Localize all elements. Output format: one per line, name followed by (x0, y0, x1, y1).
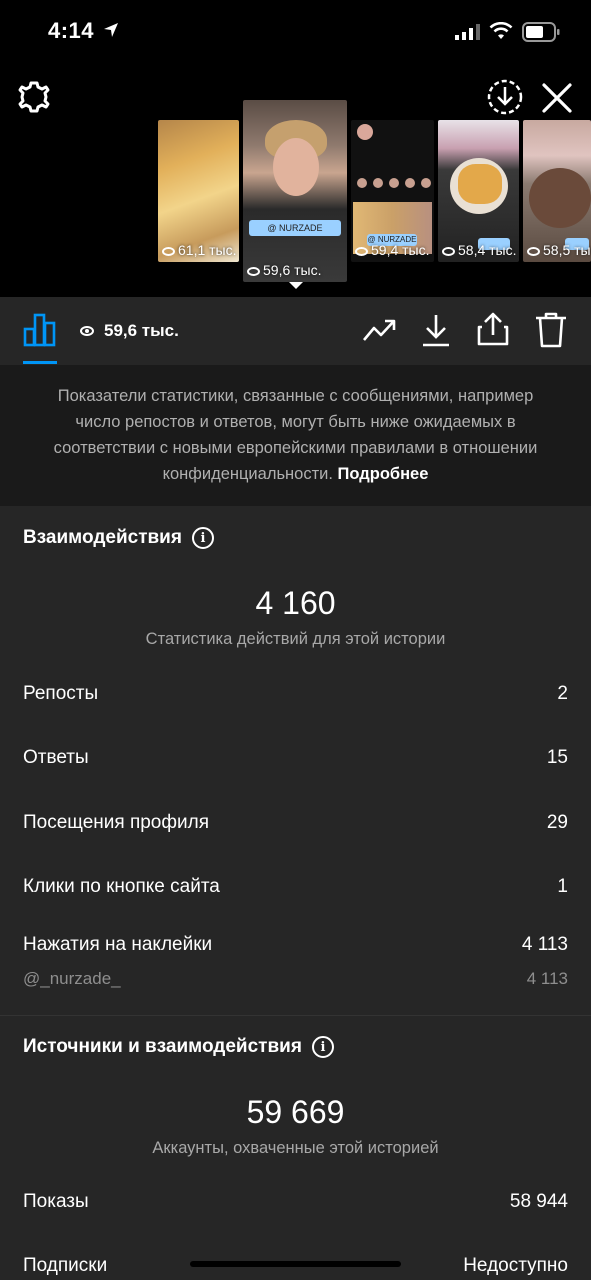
notice-body: Показатели статистики, связанные с сообщ… (53, 387, 538, 483)
stat-value: 1 (557, 876, 568, 897)
discovery-subtitle: Аккаунты, охваченные этой историей (152, 1139, 439, 1157)
stat-label: Нажатия на наклейки (23, 934, 213, 955)
stat-value: 58 944 (509, 1191, 568, 1212)
interactions-subtitle: Статистика действий для этой истории (145, 630, 446, 648)
status-time: 4:14 (48, 18, 95, 43)
thumbnail-views: 58,5 тыс. (527, 242, 591, 258)
interactions-total: 4 160 (255, 585, 336, 621)
views-count: 59,6 тыс. (80, 321, 179, 341)
cellular-signal-icon (455, 24, 480, 40)
delete-trash-icon[interactable] (534, 311, 568, 349)
stat-label: Ответы (23, 747, 89, 768)
story-toolbar: 59,6 тыс. (0, 297, 591, 365)
section-title-label: Источники и взаимодействия (23, 1036, 302, 1057)
views-label: 58,4 тыс. (458, 242, 517, 258)
thumbnail-image-part (458, 164, 502, 204)
views-count-label: 59,6 тыс. (104, 321, 179, 340)
thumbnail-views: 59,4 тыс. (355, 242, 430, 258)
eye-icon (442, 246, 455, 256)
location-arrow-icon (104, 23, 118, 37)
stat-row-impressions: Показы 58 944 (23, 1191, 568, 1213)
story-thumbnail-selected[interactable]: @ NURZADE 59,6 тыс. (243, 100, 347, 282)
stat-label: @_nurzade_ (23, 969, 121, 988)
stat-value: 2 (557, 683, 568, 704)
stat-label: Посещения профиля (23, 812, 209, 833)
story-thumbnail[interactable]: 58,5 тыс. (523, 120, 591, 262)
stat-value: 15 (546, 747, 568, 768)
thumbnail-image-part (357, 124, 373, 140)
interactions-section-title: Взаимодействия i (23, 527, 214, 549)
views-label: 61,1 тыс. (178, 242, 237, 258)
story-thumbnail[interactable]: 58,4 тыс. (438, 120, 519, 262)
stat-value: 4 113 (521, 934, 568, 955)
promote-trending-icon[interactable] (362, 316, 398, 344)
stat-label: Клики по кнопке сайта (23, 876, 220, 897)
insights-panel: Взаимодействия i 4 160 Статистика действ… (0, 506, 591, 1280)
stat-value: Недоступно (463, 1255, 568, 1276)
stat-label: Репосты (23, 683, 99, 704)
stat-value: 4 113 (526, 969, 568, 988)
views-label: 58,5 тыс. (543, 242, 591, 258)
eye-icon (527, 246, 540, 256)
close-icon[interactable] (541, 82, 573, 114)
section-title-label: Взаимодействия (23, 527, 182, 548)
download-circle-icon[interactable] (486, 78, 524, 116)
stat-row-sticker-mention: @_nurzade_ 4 113 (23, 969, 568, 989)
learn-more-link[interactable]: Подробнее (338, 465, 429, 483)
active-tab-underline (23, 361, 57, 364)
stat-value: 29 (546, 812, 568, 833)
mention-sticker: @ NURZADE (249, 220, 341, 236)
stat-row-reposts: Репосты 2 (23, 683, 568, 705)
privacy-notice: Показатели статистики, связанные с сообщ… (0, 365, 591, 506)
stat-label: Показы (23, 1191, 89, 1212)
story-thumbnail[interactable]: @ NURZADE 59,4 тыс. (351, 120, 434, 262)
battery-icon (522, 22, 560, 42)
share-icon[interactable] (476, 311, 510, 347)
eye-icon (162, 246, 175, 256)
settings-gear-icon[interactable] (17, 80, 51, 114)
views-label: 59,4 тыс. (371, 242, 430, 258)
stat-row-replies: Ответы 15 (23, 747, 568, 769)
selected-indicator (289, 282, 303, 289)
insights-bar-chart-icon[interactable] (23, 313, 57, 347)
stat-row-sticker-taps: Нажатия на наклейки 4 113 (23, 934, 568, 956)
section-divider (0, 1015, 591, 1016)
stat-row-website-clicks: Клики по кнопке сайта 1 (23, 876, 568, 898)
stat-label: Подписки (23, 1255, 108, 1276)
story-thumbnail[interactable]: 61,1 тыс. (158, 120, 239, 262)
discovery-total: 59 669 (246, 1094, 345, 1130)
privacy-notice-text: Показатели статистики, связанные с сообщ… (40, 383, 551, 487)
info-icon[interactable]: i (311, 1036, 334, 1058)
thumbnail-views: 59,6 тыс. (247, 262, 322, 278)
eye-icon (355, 246, 368, 256)
thumbnail-image-part (273, 138, 319, 196)
info-icon[interactable]: i (191, 527, 214, 549)
eye-icon (80, 326, 94, 336)
status-bar: 4:14 (0, 0, 591, 64)
wifi-icon (489, 22, 513, 39)
discovery-section-title: Источники и взаимодействия i (23, 1036, 334, 1058)
thumbnail-views: 61,1 тыс. (162, 242, 237, 258)
views-label: 59,6 тыс. (263, 262, 322, 278)
thumbnail-image-part (529, 168, 591, 228)
thumbnail-views: 58,4 тыс. (442, 242, 517, 258)
download-icon[interactable] (420, 313, 452, 347)
stat-row-profile-visits: Посещения профиля 29 (23, 812, 568, 834)
home-indicator[interactable] (190, 1261, 401, 1267)
eye-icon (247, 266, 260, 276)
